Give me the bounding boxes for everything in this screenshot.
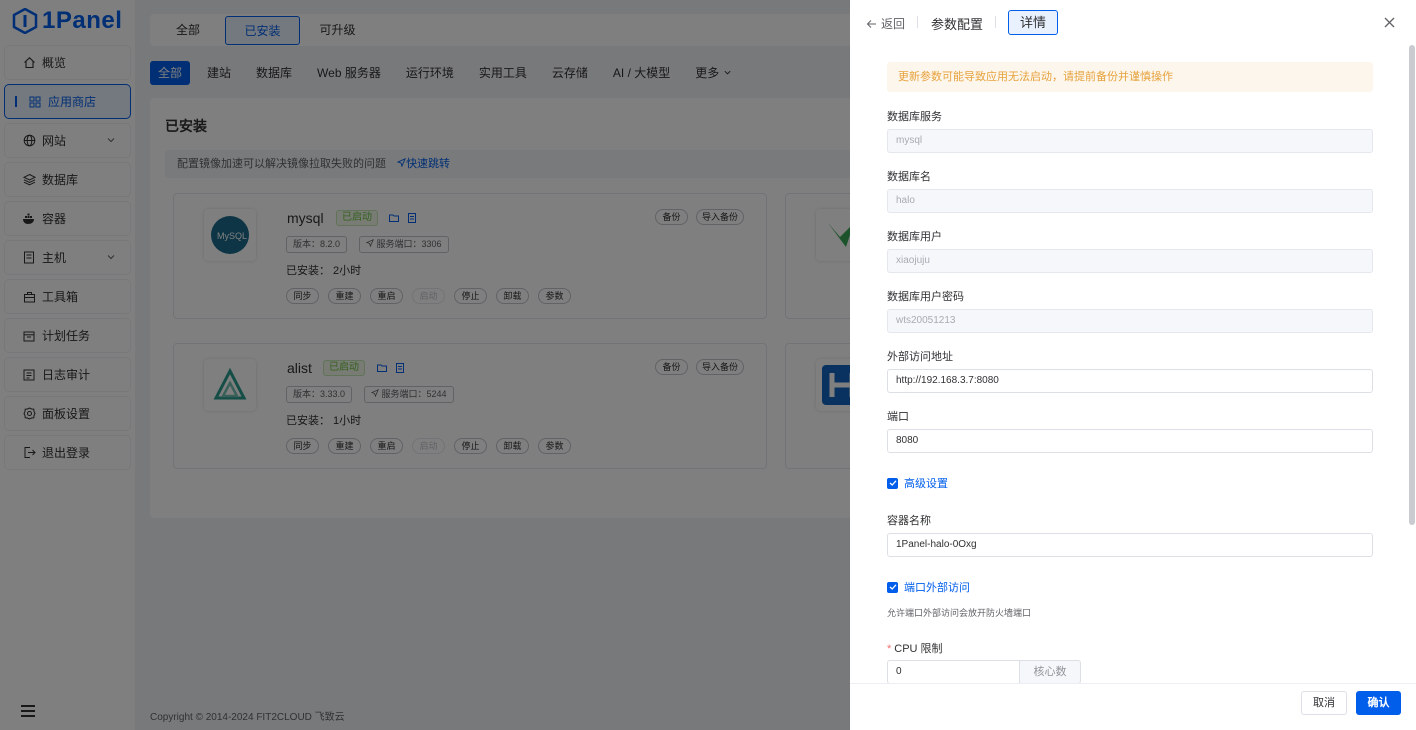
drawer-scrollbar[interactable] xyxy=(1409,45,1415,525)
drawer-header: 返回 参数配置 详情 xyxy=(850,0,1416,45)
db-user-input[interactable]: xiaojuju xyxy=(887,249,1373,273)
db-service-input[interactable]: mysql xyxy=(887,129,1373,153)
external-url-input[interactable]: http://192.168.3.7:8080 xyxy=(887,369,1373,393)
divider xyxy=(995,16,996,28)
checkbox-checked-icon xyxy=(887,581,898,593)
db-password-label: 数据库用户密码 xyxy=(887,291,964,303)
checkbox-checked-icon xyxy=(887,477,898,489)
container-name-input[interactable]: 1Panel-halo-0Oxg xyxy=(887,533,1373,557)
cpu-limit-group: 0 核心数 xyxy=(887,660,1081,683)
port-label: 端口 xyxy=(887,411,909,423)
drawer-footer: 取消 确认 xyxy=(850,683,1416,730)
drawer-title: 参数配置 xyxy=(931,17,984,32)
container-name-label: 容器名称 xyxy=(887,515,931,527)
divider xyxy=(917,16,918,28)
required-mark: * xyxy=(887,643,892,655)
back-label: 返回 xyxy=(881,17,906,31)
port-external-label: 端口外部访问 xyxy=(904,582,970,594)
db-password-input[interactable]: wts20051213 xyxy=(887,309,1373,333)
arrow-left-icon xyxy=(866,19,876,28)
cpu-limit-label: * CPU 限制 xyxy=(887,640,943,656)
back-button[interactable]: 返回 xyxy=(866,15,905,32)
db-user-label: 数据库用户 xyxy=(887,231,942,243)
warning-alert: 更新参数可能导致应用无法启动，请提前备份并谨慎操作 xyxy=(887,62,1373,92)
detail-tab[interactable]: 详情 xyxy=(1008,10,1058,35)
advanced-settings-label: 高级设置 xyxy=(904,478,948,490)
confirm-button[interactable]: 确认 xyxy=(1356,691,1401,715)
cpu-limit-label-text: CPU 限制 xyxy=(894,643,943,655)
params-drawer: 返回 参数配置 详情 更新参数可能导致应用无法启动，请提前备份并谨慎操作 数据库… xyxy=(850,0,1416,730)
port-external-hint: 允许端口外部访问会放开防火墙端口 xyxy=(887,608,1032,618)
port-external-checkbox[interactable]: 端口外部访问 xyxy=(887,579,970,595)
advanced-settings-checkbox[interactable]: 高级设置 xyxy=(887,475,948,491)
port-input[interactable]: 8080 xyxy=(887,429,1373,453)
db-name-label: 数据库名 xyxy=(887,171,931,183)
cancel-button[interactable]: 取消 xyxy=(1301,691,1347,715)
drawer-body: 更新参数可能导致应用无法启动，请提前备份并谨慎操作 数据库服务 mysql 数据… xyxy=(850,45,1416,683)
external-url-label: 外部访问地址 xyxy=(887,351,953,363)
cpu-limit-input[interactable]: 0 xyxy=(887,660,1020,683)
db-name-input[interactable]: halo xyxy=(887,189,1373,213)
close-icon[interactable] xyxy=(1384,17,1395,28)
db-service-label: 数据库服务 xyxy=(887,111,942,123)
cpu-limit-unit: 核心数 xyxy=(1020,660,1081,683)
